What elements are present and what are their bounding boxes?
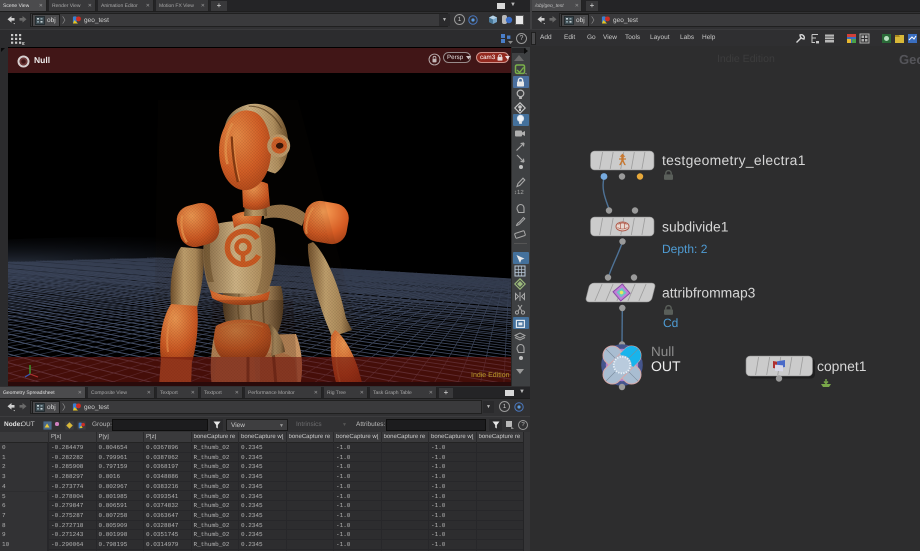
svg-text:Indie Edition: Indie Edition — [717, 53, 775, 65]
svg-text:attribfrommap3: attribfrommap3 — [662, 285, 756, 301]
svg-text:Indie Edition: Indie Edition — [471, 371, 510, 379]
svg-text:subdivide1: subdivide1 — [662, 219, 729, 235]
svg-text:Null: Null — [651, 344, 674, 359]
svg-text:copnet1: copnet1 — [817, 358, 867, 374]
svg-text:Cd: Cd — [663, 316, 678, 330]
svg-text:testgeometry_electra1: testgeometry_electra1 — [662, 152, 806, 168]
svg-text:Depth: 2: Depth: 2 — [662, 242, 708, 256]
svg-text:OUT: OUT — [651, 358, 681, 374]
svg-text:Geo: Geo — [899, 52, 920, 67]
